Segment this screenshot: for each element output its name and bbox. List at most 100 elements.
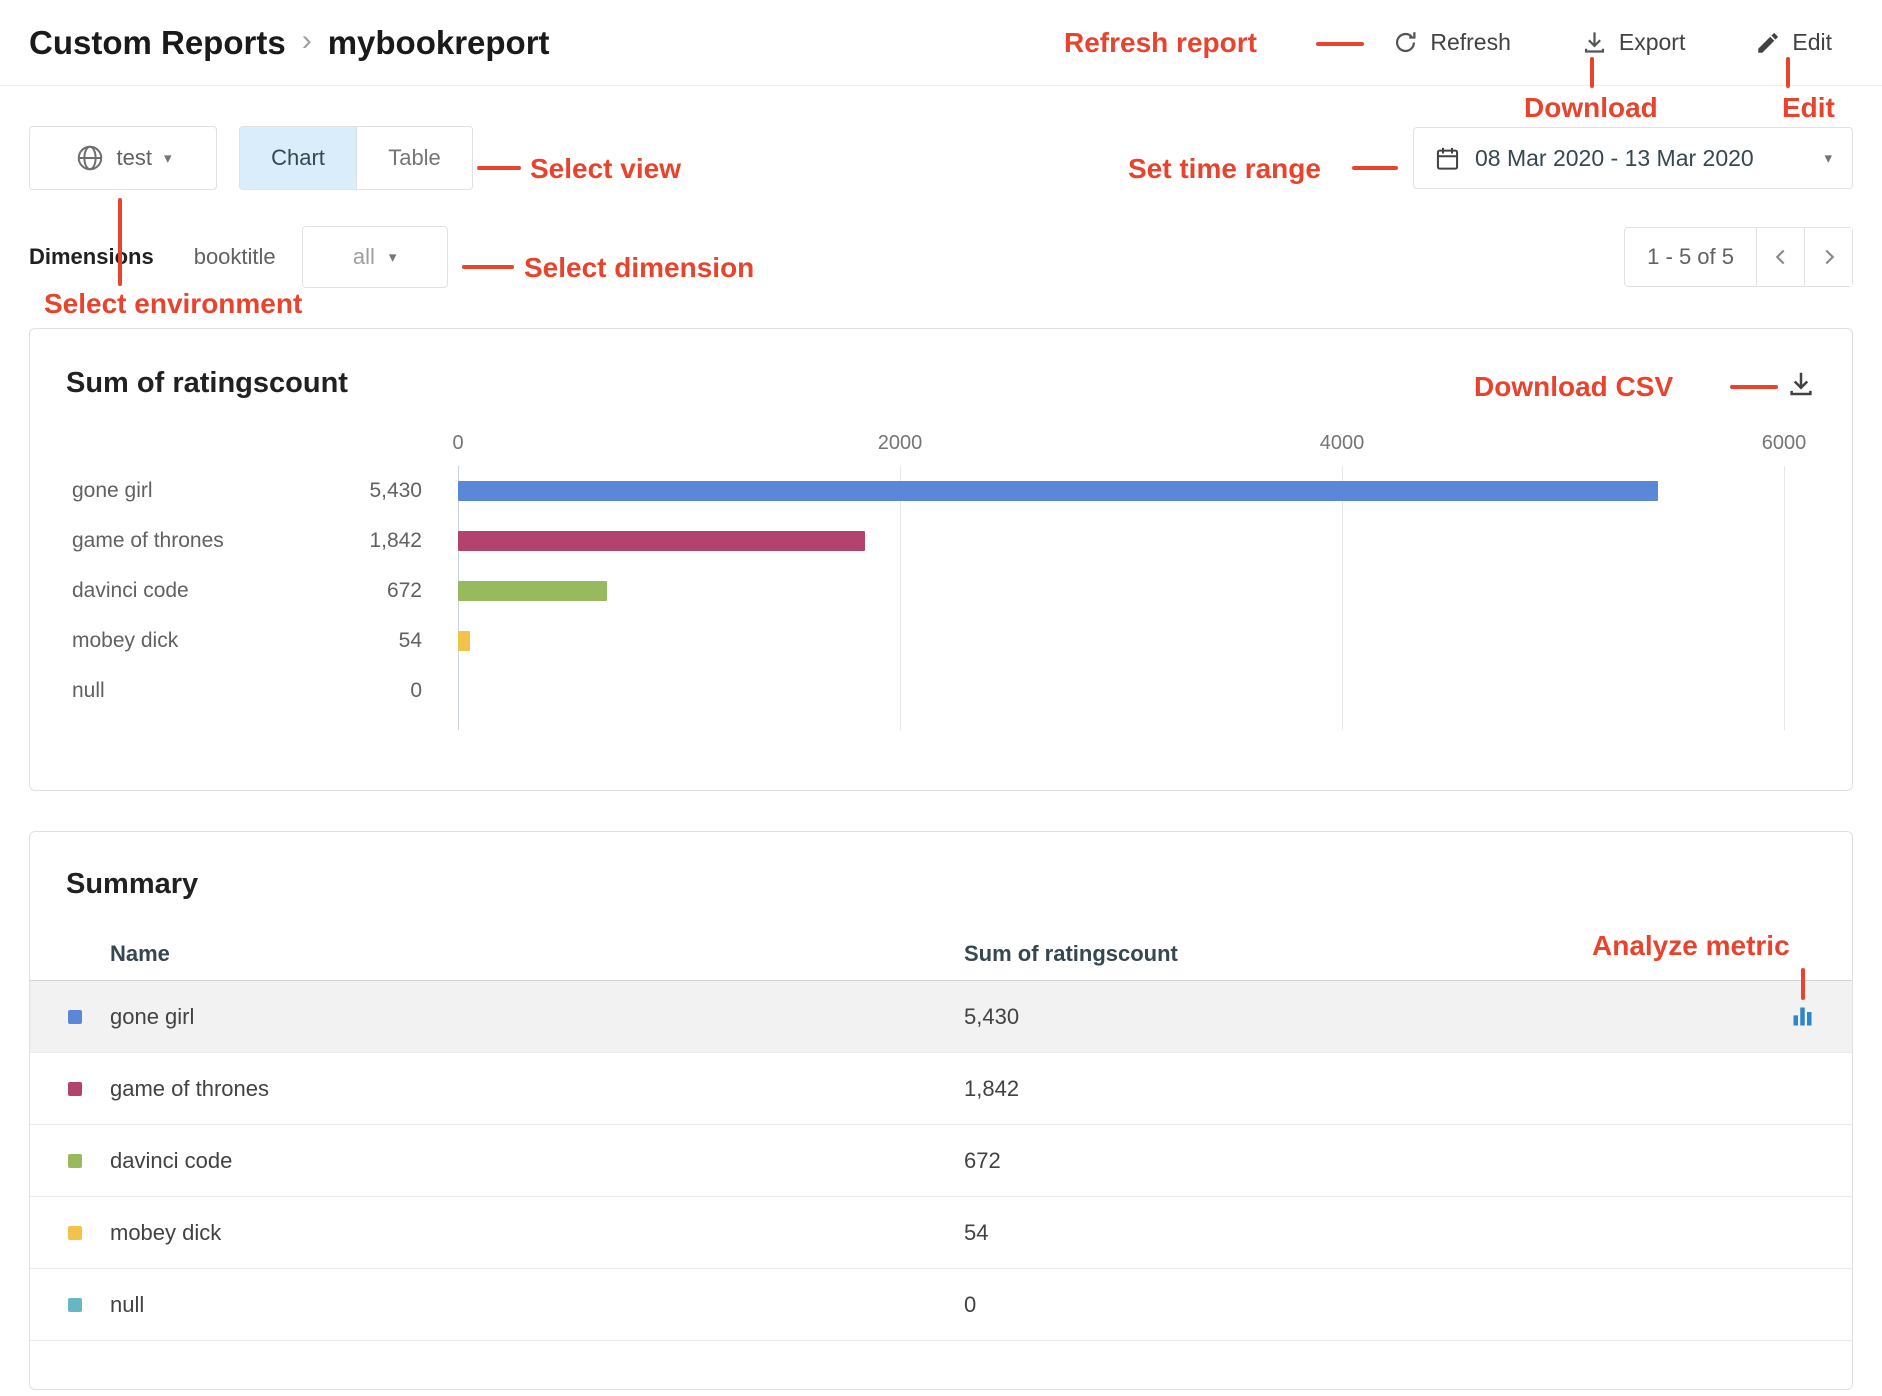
annotation-line-select-view: [477, 166, 521, 170]
row-name: mobey dick: [110, 1220, 964, 1246]
chart-value-label: 672: [296, 579, 422, 603]
chevron-left-icon: [1768, 244, 1794, 270]
dimension-selected-value: all: [353, 244, 375, 270]
table-header-row: Name Sum of ratingscount: [30, 927, 1852, 981]
annotation-line-edit: [1786, 57, 1790, 88]
date-range-picker[interactable]: 08 Mar 2020 - 13 Mar 2020 ▾: [1413, 127, 1853, 189]
summary-title: Summary: [66, 868, 1816, 901]
summary-table: Name Sum of ratingscount gone girl5,430 g…: [30, 927, 1852, 1341]
chart-category-label: game of thrones: [72, 529, 224, 553]
summary-card: Summary Name Sum of ratingscount gone gi…: [29, 831, 1853, 1390]
header-actions: Refresh Export Edit: [1392, 29, 1832, 56]
series-color-swatch: [68, 1082, 82, 1096]
export-button[interactable]: Export: [1581, 29, 1685, 56]
chart-bar: [458, 531, 865, 551]
table-row: null0: [30, 1269, 1852, 1341]
chart-category-label: null: [72, 679, 105, 703]
chart-title: Sum of ratingscount: [66, 367, 348, 400]
x-axis-tick: 6000: [1762, 432, 1807, 455]
bar-track: [458, 481, 1784, 501]
header: Custom Reports › mybookreport Refresh Ex…: [0, 0, 1882, 86]
table-row: davinci code672: [30, 1125, 1852, 1197]
pagination: 1 - 5 of 5: [1624, 227, 1853, 287]
x-axis-tick: 2000: [878, 432, 923, 455]
column-header-name: Name: [110, 941, 964, 967]
series-color-swatch: [68, 1298, 82, 1312]
download-icon: [1581, 29, 1608, 56]
chart-category-label: mobey dick: [72, 629, 178, 653]
x-axis-tick: 4000: [1320, 432, 1365, 455]
toolbar: test ▾ Chart Table 08 Mar 2020 - 13 Mar …: [29, 126, 1853, 190]
pencil-icon: [1755, 30, 1781, 56]
calendar-icon: [1434, 145, 1461, 172]
bar-track: [458, 581, 1784, 601]
annotation-line-analyze-metric: [1801, 968, 1805, 1000]
chevron-down-icon: ▾: [389, 248, 397, 266]
annotation-select-environment: Select environment: [44, 288, 302, 320]
table-body: gone girl5,430game of thrones1,842davinc…: [30, 981, 1852, 1341]
row-name: null: [110, 1292, 964, 1318]
series-color-swatch: [68, 1154, 82, 1168]
annotation-line-download: [1590, 57, 1594, 88]
chart-row: game of thrones 1,842: [66, 516, 1816, 566]
download-icon: [1786, 369, 1816, 399]
bar-chart-icon: [1789, 1003, 1816, 1030]
row-value: 5,430: [964, 1004, 1789, 1030]
refresh-icon: [1392, 29, 1419, 56]
refresh-button[interactable]: Refresh: [1392, 29, 1511, 56]
breadcrumb-root-link[interactable]: Custom Reports: [29, 24, 286, 62]
breadcrumb: Custom Reports › mybookreport: [29, 24, 550, 62]
chart-value-label: 5,430: [296, 479, 422, 503]
edit-label: Edit: [1792, 29, 1832, 56]
chart-row: null 0: [66, 666, 1816, 716]
refresh-label: Refresh: [1430, 29, 1511, 56]
edit-button[interactable]: Edit: [1755, 29, 1832, 56]
chart-category-label: gone girl: [72, 479, 153, 503]
bar-track: [458, 681, 1784, 701]
view-toggle: Chart Table: [239, 126, 473, 190]
annotation-select-dimension: Select dimension: [524, 252, 754, 284]
table-row: game of thrones1,842: [30, 1053, 1852, 1125]
chart-rows: gone girl 5,430 game of thrones 1,842 davinc…: [66, 466, 1816, 716]
tab-chart[interactable]: Chart: [240, 127, 356, 189]
annotation-line-select-dimension: [462, 265, 514, 269]
bar-track: [458, 631, 1784, 651]
annotation-download-csv: Download CSV: [1474, 371, 1673, 403]
row-name: gone girl: [110, 1004, 964, 1030]
chart-row: gone girl 5,430: [66, 466, 1816, 516]
x-axis-tick: 0: [452, 432, 463, 455]
page-title: mybookreport: [328, 24, 550, 62]
dimensions-label: Dimensions: [29, 244, 154, 270]
tab-table[interactable]: Table: [356, 127, 472, 189]
globe-icon: [75, 143, 105, 173]
chart-row: davinci code 672: [66, 566, 1816, 616]
bar-track: [458, 531, 1784, 551]
row-name: game of thrones: [110, 1076, 964, 1102]
series-color-swatch: [68, 1010, 82, 1024]
series-color-swatch: [68, 1226, 82, 1240]
environment-dropdown[interactable]: test ▾: [29, 126, 217, 190]
pagination-range-text: 1 - 5 of 5: [1625, 244, 1756, 270]
annotation-select-view: Select view: [530, 153, 681, 185]
breadcrumb-chevron-icon: ›: [302, 24, 312, 61]
chart-value-label: 0: [296, 679, 422, 703]
chart-value-label: 1,842: [296, 529, 422, 553]
chevron-down-icon: ▾: [164, 149, 172, 167]
annotation-line-download-csv: [1730, 385, 1778, 389]
annotation-analyze-metric: Analyze metric: [1592, 930, 1790, 962]
dimension-value-dropdown[interactable]: all ▾: [302, 226, 448, 288]
chevron-right-icon: [1816, 244, 1842, 270]
chart-category-label: davinci code: [72, 579, 189, 603]
analyze-metric-button[interactable]: [1789, 1003, 1816, 1030]
row-name: davinci code: [110, 1148, 964, 1174]
annotation-line-set-time-range: [1352, 166, 1398, 170]
download-csv-button[interactable]: [1786, 369, 1816, 399]
annotation-set-time-range: Set time range: [1128, 153, 1321, 185]
row-value: 0: [964, 1292, 1852, 1318]
prev-page-button[interactable]: [1756, 228, 1804, 286]
chevron-down-icon: ▾: [1824, 149, 1832, 167]
dimensions-row: Dimensions booktitle all ▾ 1 - 5 of 5: [29, 226, 1853, 288]
next-page-button[interactable]: [1804, 228, 1852, 286]
chart-bar: [458, 581, 607, 601]
dimension-name: booktitle: [194, 244, 276, 270]
